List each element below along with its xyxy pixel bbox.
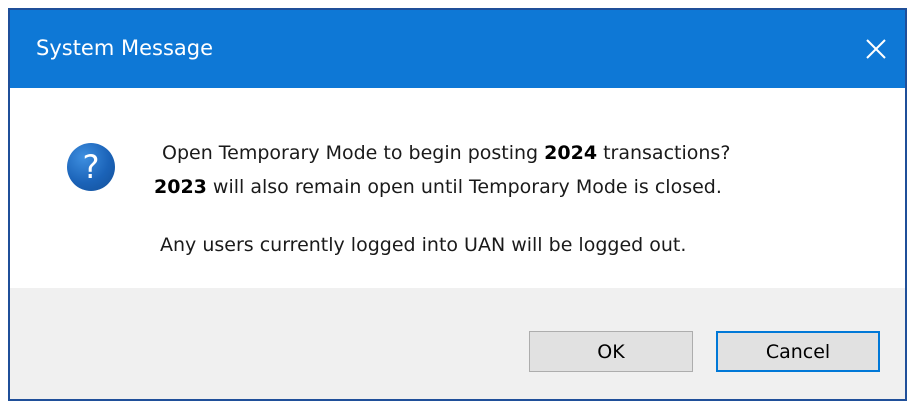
message-line-1: Open Temporary Mode to begin posting 202… [162, 141, 730, 165]
cancel-button[interactable]: Cancel [716, 331, 880, 372]
year-2023: 2023 [154, 176, 207, 198]
title-bar[interactable]: System Message [10, 10, 905, 88]
ok-button[interactable]: OK [529, 331, 693, 372]
close-button[interactable] [847, 10, 905, 88]
message-line-3: Any users currently logged into UAN will… [160, 234, 687, 256]
year-2024: 2024 [544, 142, 598, 164]
line1-suffix: transactions? [597, 142, 731, 164]
close-icon [866, 39, 886, 59]
message-area: ? Open Temporary Mode to begin posting 2… [10, 88, 905, 288]
line2-suffix: will also remain open until Temporary Mo… [206, 176, 722, 198]
question-icon: ? [67, 143, 115, 191]
question-glyph: ? [82, 148, 100, 186]
dialog-title: System Message [36, 36, 214, 60]
button-bar: OK Cancel [10, 288, 905, 399]
system-message-dialog: System Message ? Open Temporary Mode to … [8, 8, 907, 401]
message-line-2: 2023 will also remain open until Tempora… [154, 175, 722, 199]
line1-prefix: Open Temporary Mode to begin posting [162, 142, 545, 164]
